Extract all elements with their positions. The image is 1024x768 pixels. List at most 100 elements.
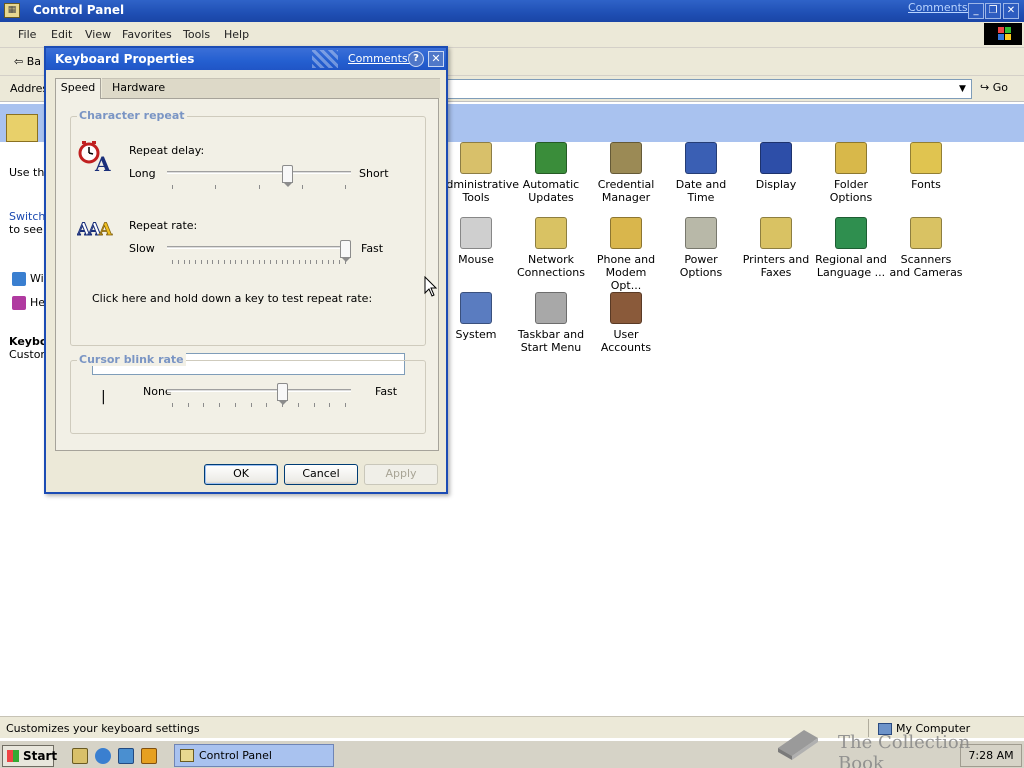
taskbar-button-control-panel[interactable]: Control Panel [174, 744, 334, 767]
status-message: Customizes your keyboard settings [6, 722, 200, 735]
cp-item-phone-modem[interactable]: Phone and Modem Opt... [589, 217, 663, 292]
slider-tick [314, 403, 315, 407]
cp-item-user-accounts[interactable]: User Accounts [589, 292, 663, 354]
watermark: The Collection Book [772, 718, 1012, 768]
slider-tick [184, 260, 185, 264]
regional-language-icon [835, 217, 867, 249]
menu-edit[interactable]: Edit [51, 28, 72, 41]
cp-item-label: Taskbar and Start Menu [517, 328, 585, 354]
repeat-delay-label: Repeat delay: [129, 144, 205, 157]
task-pane: Use the personalize Switch to see it cat… [0, 142, 46, 442]
slider-thumb[interactable] [282, 165, 293, 187]
cp-item-regional-language[interactable]: Regional and Language ... [814, 217, 888, 279]
slider-tick [195, 260, 196, 264]
printers-faxes-icon [760, 217, 792, 249]
address-input[interactable] [444, 79, 972, 99]
cp-item-label: System [455, 328, 497, 341]
address-label: Addres [10, 82, 49, 95]
character-repeat-group: Character repeat A Repeat delay: Long Sh… [70, 109, 426, 346]
cp-item-scanners-cameras[interactable]: Scanners and Cameras [889, 217, 963, 279]
cp-item-label: Scanners and Cameras [889, 253, 963, 279]
user-accounts-icon [610, 292, 642, 324]
slider-tick [219, 403, 220, 407]
repeat-rate-label: Repeat rate: [129, 219, 198, 232]
display-icon [760, 142, 792, 174]
cp-item-label: Administrative Tools [439, 178, 520, 204]
cp-item-printers-faxes[interactable]: Printers and Faxes [739, 217, 813, 279]
slider-tick [215, 185, 216, 189]
slider-tick [172, 185, 173, 189]
cp-item-administrative-tools[interactable]: Administrative Tools [439, 142, 520, 204]
watermark-text: The Collection Book [838, 732, 971, 768]
window-titlebar[interactable]: ▦ Control Panel Comments? _ ❐ ✕ [0, 0, 1024, 22]
close-window-button[interactable]: ✕ [1003, 3, 1019, 19]
cursor-blink-slider[interactable] [167, 383, 351, 413]
cp-item-label: Power Options [679, 253, 723, 279]
administrative-tools-icon [460, 142, 492, 174]
slider-tick [305, 260, 306, 264]
menubar: File Edit View Favorites Tools Help [0, 22, 1024, 48]
help-icon[interactable]: ? [408, 51, 424, 67]
start-button[interactable]: Start [2, 745, 57, 767]
cp-item-label: Regional and Language ... [815, 253, 887, 279]
menu-help[interactable]: Help [224, 28, 249, 41]
dialog-titlebar[interactable]: Keyboard Properties Comments? ? ✕ [46, 48, 446, 70]
back-button[interactable]: ⇦ Ba [14, 55, 41, 68]
cp-item-fonts[interactable]: Fonts [889, 142, 963, 191]
character-repeat-legend: Character repeat [77, 109, 187, 122]
menu-view[interactable]: View [85, 28, 111, 41]
slider-tick [253, 260, 254, 264]
repeat-delay-min-label: Long [129, 167, 156, 180]
close-icon[interactable]: ✕ [428, 51, 444, 67]
dialog-comments-link[interactable]: Comments? [348, 52, 413, 65]
cancel-button[interactable]: Cancel [284, 464, 358, 485]
cp-item-credential-manager[interactable]: Credential Manager [589, 142, 663, 204]
cp-item-date-and-time[interactable]: Date and Time [664, 142, 738, 204]
cp-item-automatic-updates[interactable]: Automatic Updates [514, 142, 588, 204]
cp-item-mouse[interactable]: Mouse [439, 217, 513, 266]
tab-hardware[interactable]: Hardware [102, 78, 440, 98]
cp-item-power-options[interactable]: Power Options [664, 217, 738, 279]
fonts-icon [910, 142, 942, 174]
windows-update-link[interactable]: Wi [12, 272, 44, 286]
folder-options-icon [835, 142, 867, 174]
slider-tick [259, 260, 260, 264]
slider-tick [172, 403, 173, 407]
ok-button[interactable]: OK [204, 464, 278, 485]
cursor-blink-max-label: Fast [375, 385, 398, 398]
comments-link[interactable]: Comments? [908, 1, 973, 14]
cp-item-taskbar-start[interactable]: Taskbar and Start Menu [514, 292, 588, 354]
control-panel-small-icon [180, 749, 194, 762]
menu-favorites[interactable]: Favorites [122, 28, 172, 41]
svg-text:A: A [98, 220, 113, 239]
cursor-preview: | [101, 389, 106, 405]
switch-view-link[interactable]: Switch [9, 210, 46, 223]
menu-tools[interactable]: Tools [183, 28, 210, 41]
go-button[interactable]: ↪ Go [980, 81, 1008, 94]
minimize-button[interactable]: _ [968, 3, 984, 19]
repeat-rate-slider[interactable] [167, 240, 351, 270]
slider-thumb[interactable] [340, 240, 351, 262]
help-support-link[interactable]: He [12, 296, 45, 310]
apply-button[interactable]: Apply [364, 464, 438, 485]
cp-item-display[interactable]: Display [739, 142, 813, 191]
cp-item-system[interactable]: System [439, 292, 513, 341]
slider-tick [224, 260, 225, 264]
slider-thumb[interactable] [277, 383, 288, 405]
quicklaunch-desktop-icon[interactable] [72, 748, 88, 764]
address-dropdown-icon[interactable]: ▼ [954, 80, 971, 98]
quicklaunch-ie-icon[interactable] [95, 748, 111, 764]
quicklaunch-explorer-icon[interactable] [118, 748, 134, 764]
control-panel-icon: ▦ [4, 3, 20, 18]
repeat-delay-slider[interactable] [167, 165, 351, 195]
quicklaunch-media-icon[interactable] [141, 748, 157, 764]
repeat-rate-icon: A A A [77, 220, 113, 240]
book-icon [778, 730, 818, 760]
repeat-delay-max-label: Short [359, 167, 389, 180]
restore-button[interactable]: ❐ [985, 3, 1001, 19]
menu-file[interactable]: File [18, 28, 36, 41]
cp-item-network-connections[interactable]: Network Connections [514, 217, 588, 279]
slider-tick [328, 260, 329, 264]
tab-speed[interactable]: Speed [55, 78, 101, 99]
cp-item-folder-options[interactable]: Folder Options [814, 142, 888, 204]
